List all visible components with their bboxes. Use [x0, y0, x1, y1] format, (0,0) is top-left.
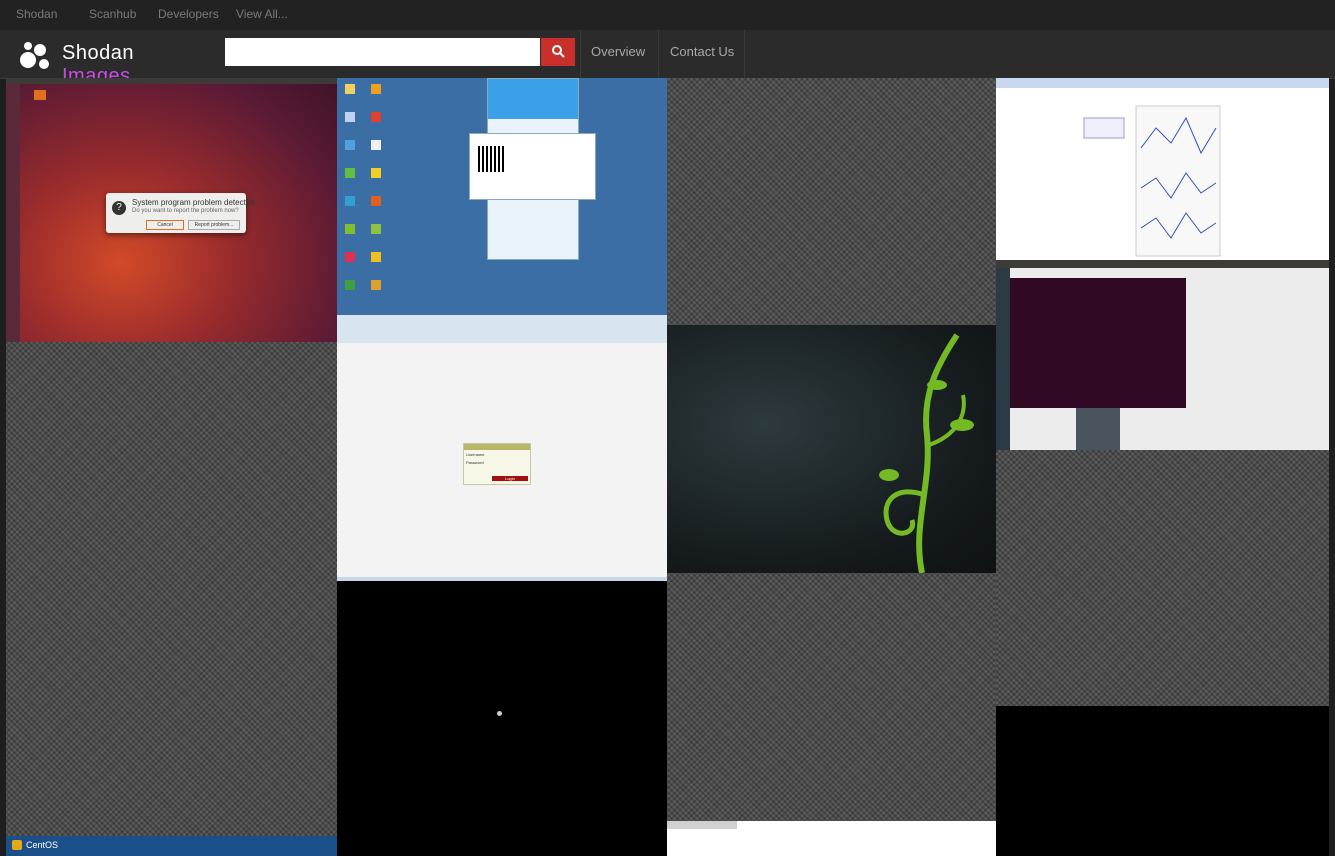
nav-divider: [580, 30, 581, 78]
dialog-text: Do you want to report the problem now?: [132, 208, 239, 214]
cursor-icon: [497, 711, 502, 716]
browser-toolbar: [337, 315, 667, 343]
mini-toolbar: [667, 821, 737, 829]
nav-contact-us[interactable]: Contact Us: [670, 44, 734, 59]
image-tile-black-screen[interactable]: [337, 581, 667, 856]
username-label: Username: [466, 452, 485, 457]
login-button: Login: [492, 476, 528, 481]
search-input[interactable]: [225, 38, 540, 66]
image-tile-charts-page[interactable]: [996, 78, 1329, 260]
nav-divider: [744, 30, 745, 78]
main-header: Shodan Images Overview Contact Us: [0, 30, 1335, 87]
ubuntu-top-panel: [6, 78, 337, 84]
nav-overview[interactable]: Overview: [591, 44, 645, 59]
image-tile-blank-4[interactable]: [996, 450, 1329, 706]
qr-popup: [469, 133, 596, 200]
stock-charts: [1083, 105, 1221, 257]
top-nav-developers[interactable]: Developers: [158, 7, 219, 21]
browser-tabs: [996, 78, 1329, 88]
image-tile-opensuse[interactable]: [667, 325, 996, 573]
search-button[interactable]: [541, 38, 575, 66]
shodan-logo-icon: [20, 42, 49, 69]
ubuntu-panel: [996, 260, 1329, 268]
password-label: Password: [466, 460, 484, 465]
error-dialog: ? System program problem detected Do you…: [106, 193, 255, 233]
image-tile-blank-2[interactable]: [667, 78, 996, 325]
image-tile-blank-1[interactable]: [6, 342, 337, 836]
desktop-icons: [343, 82, 387, 302]
login-form: Username Password Login: [463, 443, 531, 485]
image-tile-ubuntu-desktop[interactable]: ? System program problem detected Do you…: [6, 78, 337, 342]
dialog-cancel-button: Cancel: [146, 220, 184, 230]
shodan-logo[interactable]: Shodan Images: [18, 38, 208, 87]
top-nav-shodan[interactable]: Shodan: [16, 7, 57, 21]
dialog-title: System program problem detected: [132, 198, 255, 207]
image-tile-black-screen-2[interactable]: [996, 706, 1329, 856]
nav-divider: [658, 30, 659, 78]
panel-block: [1076, 408, 1120, 450]
search-icon: [552, 44, 565, 58]
image-tile-blank-3[interactable]: [667, 573, 996, 821]
centos-label: CentOS: [26, 840, 59, 850]
image-tile-white-bar[interactable]: [667, 821, 996, 856]
top-nav-scanhub[interactable]: Scanhub: [89, 7, 136, 21]
image-tile-login-page[interactable]: Username Password Login: [337, 315, 667, 581]
top-nav-view-all[interactable]: View All...: [236, 7, 288, 21]
top-nav-bar: Shodan Scanhub Developers View All...: [0, 0, 1335, 30]
ubuntu-launcher: [6, 84, 20, 342]
brand-main-text: Shodan: [62, 42, 134, 64]
image-tile-terminal[interactable]: [996, 260, 1329, 450]
ubuntu-launcher: [996, 268, 1010, 450]
image-tile-centos[interactable]: CentOS: [6, 836, 337, 856]
folder-icon: [34, 90, 46, 100]
image-tile-windows-desktop[interactable]: [337, 78, 667, 315]
terminal-window: [1010, 278, 1186, 408]
centos-icon: [12, 840, 22, 850]
opensuse-plant-icon: [879, 333, 974, 573]
warning-icon: ?: [112, 201, 126, 215]
dialog-report-button: Report problem...: [188, 220, 240, 230]
